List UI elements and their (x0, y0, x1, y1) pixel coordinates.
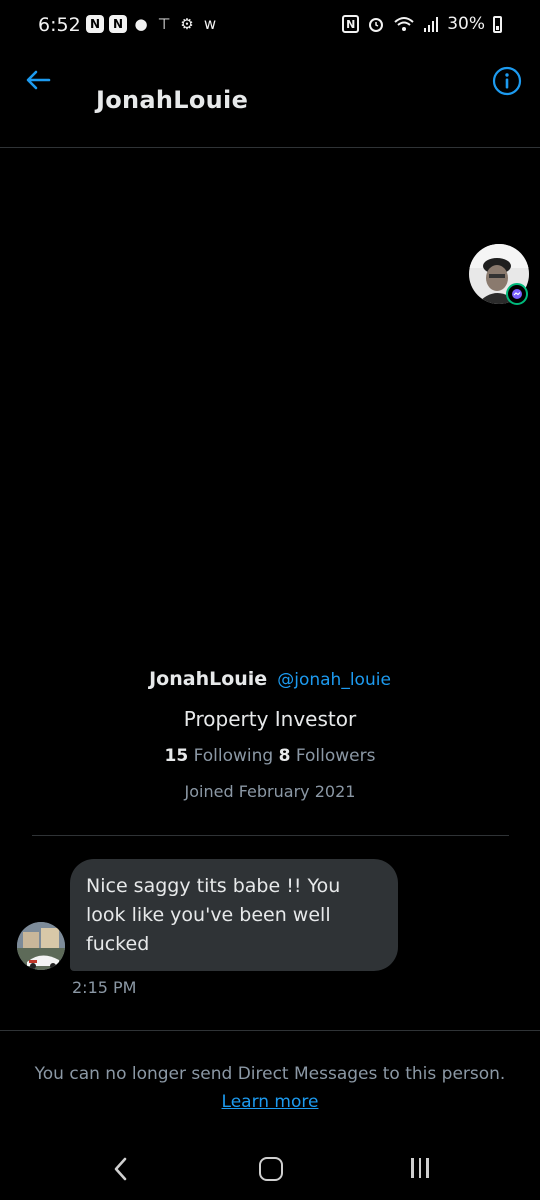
learn-more-link[interactable]: Learn more (222, 1092, 319, 1112)
status-system-icons: N 30% (342, 14, 502, 34)
following-label: Following (193, 746, 274, 766)
status-bar: 6:52 N N ● ⊤ ⚙ w N 30% (0, 0, 540, 52)
divider (32, 835, 509, 836)
followers-label: Followers (295, 746, 376, 766)
alarm-icon (369, 18, 384, 32)
following-count: 15 (164, 746, 189, 766)
message-bubble[interactable]: Nice saggy tits babe !! You look like yo… (70, 859, 398, 971)
avatar-photo (17, 922, 65, 970)
bear-icon: ⚙ (180, 15, 194, 33)
joined-date: Joined February 2021 (184, 782, 356, 801)
followers-count: 8 (278, 746, 291, 766)
profile-handle[interactable]: @jonah_louie (277, 670, 391, 690)
arrow-left-icon (26, 70, 51, 90)
notification-icon: N (86, 15, 104, 33)
info-icon (492, 66, 522, 96)
w-icon: w (203, 15, 217, 33)
profile-bio: Property Investor (183, 707, 357, 731)
signal-icon (424, 17, 439, 32)
profile-summary: JonahLouie @jonah_louie Property Investo… (0, 668, 540, 801)
nav-recents-icon[interactable] (411, 1158, 429, 1178)
battery-percent: 30% (447, 14, 485, 34)
profile-name-line: JonahLouie @jonah_louie (0, 668, 540, 690)
messenger-badge-icon (506, 283, 528, 305)
nav-home-icon[interactable] (259, 1157, 283, 1181)
followers-link[interactable]: 8 Followers (279, 746, 376, 766)
notification-icon: N (109, 15, 127, 33)
system-navigation-bar (0, 1140, 540, 1200)
notice-text: You can no longer send Direct Messages t… (34, 1064, 506, 1084)
wifi-icon (394, 17, 414, 31)
back-button[interactable] (22, 64, 54, 96)
following-link[interactable]: 15 Following (165, 746, 274, 766)
pin-icon: ⊤ (157, 15, 171, 33)
nav-back-icon[interactable] (110, 1156, 132, 1182)
info-button[interactable] (492, 66, 522, 96)
profile-name[interactable]: JonahLouie (149, 668, 267, 690)
battery-icon (493, 15, 502, 33)
message-timestamp: 2:15 PM (72, 978, 137, 997)
message-sender-avatar[interactable] (17, 922, 65, 970)
profile-stats: 15 Following 8 Followers (0, 746, 540, 766)
status-time: 6:52 (38, 14, 81, 36)
bunny-icon: ● (134, 15, 148, 33)
dm-disabled-notice: You can no longer send Direct Messages t… (0, 1060, 540, 1116)
conversation-header: JonahLouie (0, 52, 540, 148)
nfc-icon: N (342, 15, 360, 33)
conversation-title: JonahLouie (96, 86, 249, 114)
footer-divider (0, 1030, 540, 1031)
status-notification-icons: N N ● ⊤ ⚙ w (86, 15, 219, 33)
